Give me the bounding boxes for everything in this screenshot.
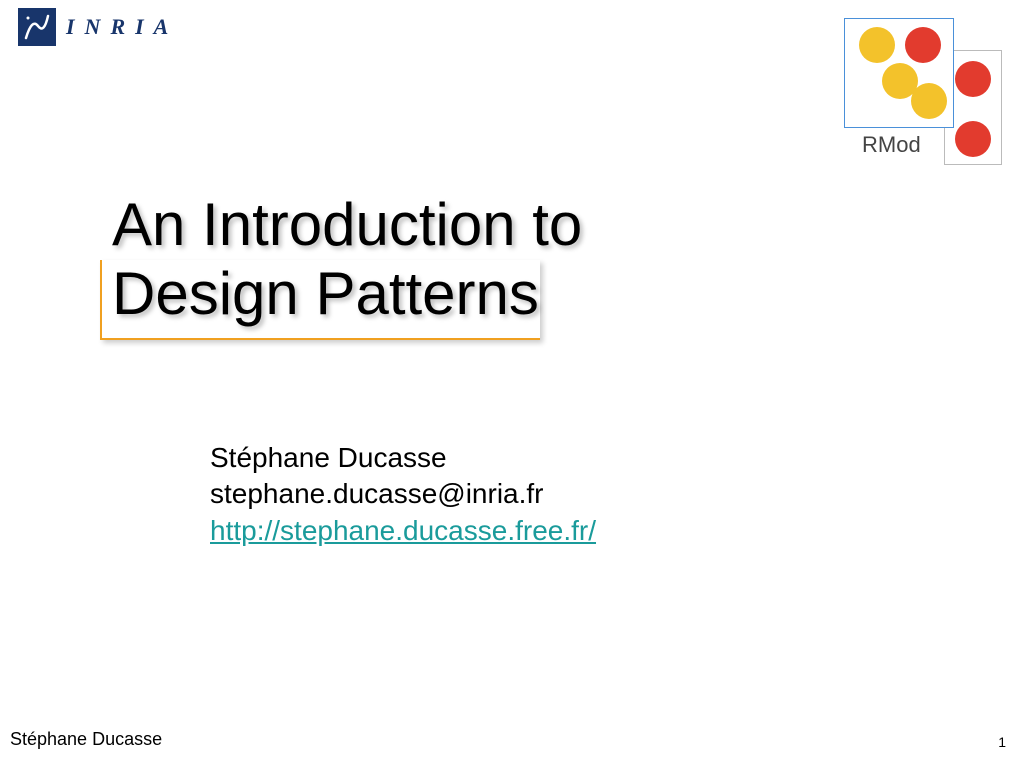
slide-title: An Introduction to Design Patterns (100, 190, 660, 328)
author-name: Stéphane Ducasse (210, 440, 596, 476)
title-line-1: An Introduction to (112, 191, 582, 258)
author-url-link[interactable]: http://stephane.ducasse.free.fr/ (210, 515, 596, 546)
inria-mark-icon (18, 8, 56, 46)
circle-icon (911, 83, 947, 119)
page-number: 1 (998, 734, 1006, 750)
circle-icon (955, 121, 991, 157)
author-block: Stéphane Ducasse stephane.ducasse@inria.… (210, 440, 596, 549)
rmod-box-front (844, 18, 954, 128)
inria-logo-text: INRIA (66, 14, 178, 40)
circle-icon (859, 27, 895, 63)
circle-icon (905, 27, 941, 63)
circle-icon (955, 61, 991, 97)
inria-logo: INRIA (18, 8, 178, 46)
rmod-logo: RMod (844, 18, 1004, 168)
title-line-2: Design Patterns (112, 260, 539, 327)
author-email: stephane.ducasse@inria.fr (210, 476, 596, 512)
footer-author: Stéphane Ducasse (10, 729, 162, 750)
rmod-label: RMod (862, 132, 921, 158)
